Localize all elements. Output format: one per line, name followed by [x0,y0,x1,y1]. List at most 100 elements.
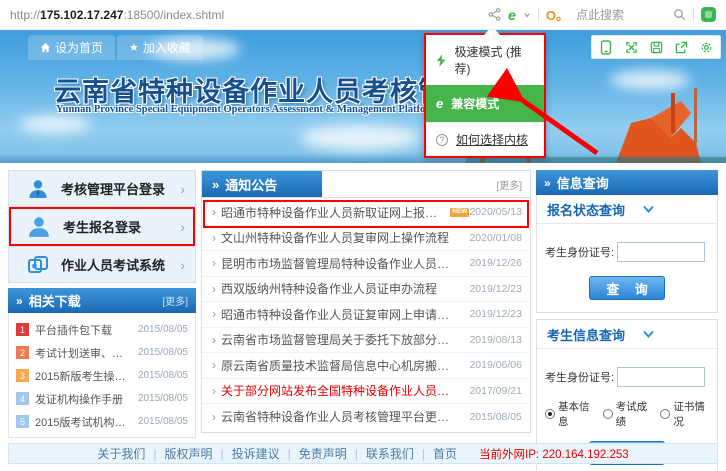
footer-link[interactable]: 联系我们 [347,445,414,462]
login-candidate-signup[interactable]: 考生报名登录 › [8,208,196,245]
footer-link[interactable]: 关于我们 [97,445,145,462]
radio-icon[interactable] [660,409,670,419]
url-text[interactable]: http://175.102.17.247:18500/index.shtml [10,8,224,22]
bullet-arrow-icon: › [212,256,216,270]
search-icon[interactable] [673,8,686,21]
footer: 关于我们版权声明投诉建议免责声明联系我们首页 当前外网IP: 220.164.1… [8,443,718,464]
notice-item[interactable]: › 云南省特种设备作业人员考核管理平台更新至20... 2015/08/05 [202,404,530,430]
notice-item[interactable]: › 云南省市场监督管理局关于委托下放部分行政许可... 2019/08/13 [202,328,530,354]
external-ip-text: 当前外网IP: 220.164.192.253 [479,446,629,462]
download-item[interactable]: 4 发证机构操作手册 2015/08/05 [9,387,195,410]
download-item[interactable]: 2 考试计划送审、审核 ... 2015/08/05 [9,341,195,364]
rank-badge: 5 [16,415,29,428]
downloads-header: » 相关下载 [更多] [8,288,196,313]
star-icon: ★ [129,41,139,54]
double-arrow-icon: » [212,177,219,192]
export-share-icon[interactable] [671,39,691,55]
info-type-radios: 基本信息 考试成绩 证书情况 [545,399,709,429]
status-query-title[interactable]: 报名状态查询 [537,195,717,224]
search-input[interactable]: 点此搜索 [576,6,666,23]
question-icon: ? [436,134,448,146]
browser-app-icon[interactable] [701,7,716,22]
settings-gear-icon[interactable] [696,39,716,55]
bullet-arrow-icon: › [212,282,216,296]
query-panel: » 信息查询 报名状态查询 考生身份证号: 查 询 考生信息查询 [536,170,718,471]
radio-option[interactable]: 考试成绩 [603,399,652,429]
rank-badge: 2 [16,346,29,359]
set-home-button[interactable]: 设为首页 [28,35,115,60]
fullscreen-icon[interactable] [621,39,641,55]
cloud [20,115,90,133]
save-icon[interactable] [646,39,666,55]
admin-user-icon [27,178,49,200]
browser-mode-menu: 极速模式 (推荐) e 兼容模式 ? 如何选择内核 [424,33,546,158]
footer-link[interactable]: 首页 [414,445,457,462]
radio-icon[interactable] [545,409,555,419]
bullet-arrow-icon: › [212,307,216,321]
mobile-view-icon[interactable] [596,39,616,55]
add-favorite-button[interactable]: ★ 加入收藏 [117,35,203,60]
footer-link[interactable]: 投诉建议 [213,445,280,462]
chevron-down-icon[interactable] [523,11,531,19]
downloads-panel: » 相关下载 [更多] 1 平台插件包下载 2015/08/05 2 考试计划送… [8,288,196,438]
bullet-arrow-icon: › [212,333,216,347]
site-banner: 设为首页 ★ 加入收藏 云南省特种设备作业人员考核管理平台 Yunnan Pro… [0,30,726,163]
chevron-down-icon [643,330,654,338]
info-query-title[interactable]: 考生信息查询 [537,320,717,349]
notice-item[interactable]: › 原云南省质量技术监督局信息中心机房搬迁公告 2019/06/06 [202,353,530,379]
share-icon[interactable] [488,8,501,21]
footer-link[interactable]: 免责声明 [280,445,347,462]
notices-header: » 通知公告 [更多] [201,170,531,197]
home-icon [40,42,51,53]
double-arrow-icon: » [544,176,551,190]
chevron-right-icon: › [180,219,185,235]
info-id-input[interactable] [617,367,705,387]
footer-links: 关于我们版权声明投诉建议免责声明联系我们首页 [97,445,457,462]
login-panel: 考核管理平台登录 › 考生报名登录 › 作业人员考试系统 › [8,170,196,284]
login-exam-system[interactable]: 作业人员考试系统 › [8,246,196,283]
banner-toolbar [591,35,721,59]
menu-item-kernel-help[interactable]: ? 如何选择内核 [426,122,544,156]
notice-item[interactable]: › 昭通市特种设备作业人员证复审网上申请流程及相... 2019/12/23 [202,302,530,328]
notice-item[interactable]: › 西双版纳州特种设备作业人员证申办流程 2019/12/23 [202,277,530,303]
new-badge: NEW [450,208,469,217]
divider [538,8,539,22]
notice-item[interactable]: › 昭通市特种设备作业人员新取证网上报名流程 NEW 2020/05/13 [202,200,530,226]
downloads-list: 1 平台插件包下载 2015/08/05 2 考试计划送审、审核 ... 201… [8,313,196,438]
menu-caret [484,30,500,35]
browser-address-bar: http://175.102.17.247:18500/index.shtml … [0,0,726,30]
rank-badge: 1 [16,323,29,336]
page: http://175.102.17.247:18500/index.shtml … [0,0,726,471]
notices-panel: » 通知公告 [更多] › 昭通市特种设备作业人员新取证网上报名流程 NEW 2… [201,170,531,433]
notice-item[interactable]: › 关于部分网站发布全国特种设备作业人员不实信息... 2017/09/21 [202,379,530,405]
exam-system-icon [27,254,49,276]
browser-engine-icon[interactable]: e [508,7,516,23]
tab-notices[interactable]: » 通知公告 [202,171,322,197]
bullet-arrow-icon: › [212,205,216,219]
id-number-label: 考生身份证号: [545,244,614,260]
menu-item-compat-mode[interactable]: e 兼容模式 [426,85,544,122]
lightning-icon [436,54,447,67]
id-number-label: 考生身份证号: [545,369,614,385]
footer-link[interactable]: 版权声明 [145,445,212,462]
login-admin-platform[interactable]: 考核管理平台登录 › [8,170,196,207]
download-item[interactable]: 3 2015新版考生操作... 2015/08/05 [9,364,195,387]
menu-item-speed-mode[interactable]: 极速模式 (推荐) [426,35,544,85]
site-subtitle: Yunnan Province Special Equipment Operat… [56,104,439,115]
chevron-right-icon: › [180,257,185,273]
notices-more-link[interactable]: [更多] [496,177,530,192]
downloads-more-link[interactable]: [更多] [162,293,188,308]
download-item[interactable]: 1 平台插件包下载 2015/08/05 [9,318,195,341]
bullet-arrow-icon: › [212,384,216,398]
radio-icon[interactable] [603,409,613,419]
notice-item[interactable]: › 昆明市市场监督管理局特种设备作业人员复审流程... 2019/12/26 [202,251,530,277]
radio-option[interactable]: 基本信息 [545,399,594,429]
bullet-arrow-icon: › [212,358,216,372]
notice-item[interactable]: › 文山州特种设备作业人员复审网上操作流程 2020/01/08 [202,226,530,252]
status-query-box: 报名状态查询 考生身份证号: 查 询 [536,195,718,313]
status-query-button[interactable]: 查 询 [589,276,665,300]
radio-option[interactable]: 证书情况 [660,399,709,429]
search-engine-logo: O。 [546,5,569,24]
status-id-input[interactable] [617,242,705,262]
download-item[interactable]: 5 2015版考试机构操... 2015/08/05 [9,410,195,433]
